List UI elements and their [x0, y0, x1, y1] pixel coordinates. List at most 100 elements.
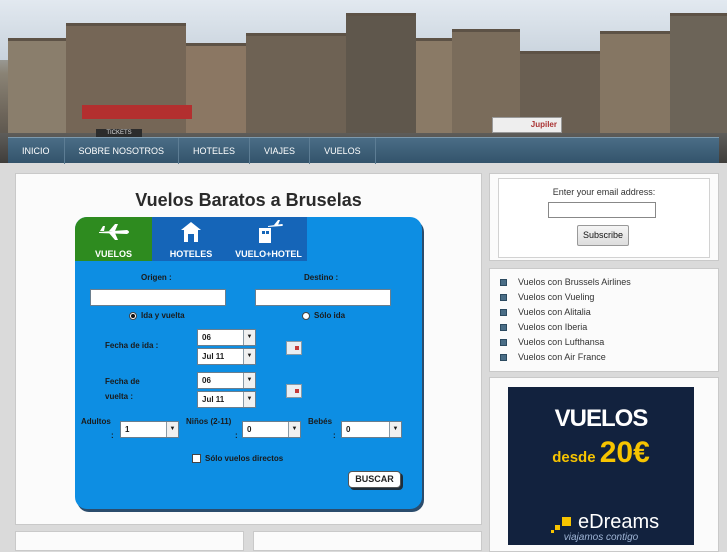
adults-colon: :: [111, 431, 114, 440]
awning: [82, 105, 192, 119]
direct-only-label: Sólo vuelos directos: [205, 454, 284, 463]
link-iberia[interactable]: Vuelos con Iberia: [500, 321, 587, 334]
building: [600, 31, 670, 133]
children-colon: :: [235, 431, 238, 440]
flight-hotel-icon: [259, 220, 283, 243]
bullet-icon: [500, 309, 507, 316]
chevron-down-icon: ▼: [243, 373, 255, 388]
one-way-label: Sólo ida: [314, 311, 346, 320]
airplane-icon: [99, 224, 129, 240]
link-alitalia[interactable]: Vuelos con Alitalia: [500, 306, 591, 319]
email-input[interactable]: [548, 202, 656, 218]
subscribe-label: Enter your email address:: [552, 187, 656, 197]
page-title: Vuelos Baratos a Bruselas: [135, 190, 362, 210]
ad-tagline: viajamos contigo: [563, 532, 639, 543]
depart-date-label: Fecha de ida :: [105, 341, 159, 350]
building: [186, 43, 246, 133]
destination-label: Destino :: [304, 273, 339, 282]
bullet-icon: [500, 294, 507, 301]
children-select[interactable]: 0 ▼: [242, 421, 301, 438]
chevron-down-icon: ▼: [166, 422, 178, 437]
depart-day-value: 06: [202, 333, 211, 342]
tab-hoteles[interactable]: HOTELES: [152, 217, 230, 261]
link-vueling[interactable]: Vuelos con Vueling: [500, 291, 594, 304]
building: [346, 13, 416, 133]
return-month-select[interactable]: Jul 11 ▼: [197, 391, 256, 408]
airline-links: Vuelos con Brussels Airlines Vuelos con …: [489, 268, 719, 372]
adults-select[interactable]: 1 ▼: [120, 421, 179, 438]
bottom-box-left: [15, 531, 244, 551]
building: [670, 13, 727, 133]
babies-label: Bebés: [308, 417, 333, 426]
building: [8, 38, 68, 133]
ad-box: VUELOS desde 20€ eDreams viajamos contig…: [489, 377, 719, 552]
tab-vuelo-hotel-label: VUELO+HOTEL: [235, 249, 302, 259]
nav-vuelos[interactable]: VUELOS: [310, 137, 376, 164]
chevron-down-icon: ▼: [243, 330, 255, 345]
return-date-label-2: vuelta :: [105, 392, 134, 401]
bullet-icon: [500, 339, 507, 346]
children-label: Niños (2-11): [186, 417, 232, 426]
ad-desde: desde: [552, 449, 596, 466]
calendar-icon[interactable]: [286, 384, 302, 398]
link-air-france[interactable]: Vuelos con Air France: [500, 351, 606, 364]
hotel-icon: [181, 222, 201, 242]
depart-day-select[interactable]: 06 ▼: [197, 329, 256, 346]
return-day-select[interactable]: 06 ▼: [197, 372, 256, 389]
nav-sobre-nosotros[interactable]: SOBRE NOSOTROS: [65, 137, 180, 164]
depart-month-value: Jul 11: [202, 352, 225, 361]
return-day-value: 06: [202, 376, 211, 385]
calendar-icon[interactable]: [286, 341, 302, 355]
ad-price-line: desde 20€: [508, 436, 694, 470]
return-month-value: Jul 11: [202, 395, 225, 404]
direct-only-checkbox[interactable]: [192, 454, 201, 463]
nav-inicio[interactable]: INICIO: [8, 137, 65, 164]
truck: Jupiler: [492, 117, 562, 133]
round-trip-label: Ida y vuelta: [141, 311, 185, 320]
tab-hoteles-label: HOTELES: [169, 249, 213, 259]
bullet-icon: [500, 279, 507, 286]
tab-vuelos-label: VUELOS: [94, 249, 132, 259]
building: [416, 38, 452, 133]
babies-value: 0: [346, 425, 351, 434]
building: [246, 33, 346, 133]
depart-month-select[interactable]: Jul 11 ▼: [197, 348, 256, 365]
subscribe-form: Enter your email address: Subscribe: [498, 178, 710, 258]
nav-viajes[interactable]: VIAJES: [250, 137, 311, 164]
origin-input[interactable]: [90, 289, 226, 306]
link-brussels-airlines[interactable]: Vuelos con Brussels Airlines: [500, 276, 631, 289]
bottom-box-right: [253, 531, 482, 551]
ad-brand: eDreams: [578, 511, 660, 533]
children-value: 0: [247, 425, 252, 434]
chevron-down-icon: ▼: [243, 392, 255, 407]
bullet-icon: [500, 324, 507, 331]
subscribe-box: Enter your email address: Subscribe: [489, 173, 719, 261]
subscribe-button[interactable]: Subscribe: [577, 225, 629, 246]
babies-colon: :: [333, 431, 336, 440]
tab-vuelos[interactable]: VUELOS: [75, 217, 152, 261]
flight-search-widget: VUELOS HOTELES VUELO+HOTEL Origen : Dest…: [75, 217, 422, 509]
destination-input[interactable]: [255, 289, 391, 306]
chevron-down-icon: ▼: [243, 349, 255, 364]
chevron-down-icon: ▼: [288, 422, 300, 437]
search-button[interactable]: BUSCAR: [348, 471, 401, 488]
link-text: Vuelos con Lufthansa: [518, 337, 605, 347]
origin-label: Origen :: [141, 273, 172, 282]
adults-value: 1: [125, 425, 130, 434]
main-content: Vuelos Baratos a Bruselas VUELOS HOTELES: [15, 173, 482, 525]
return-date-label-1: Fecha de: [105, 377, 140, 386]
chevron-down-icon: ▼: [389, 422, 401, 437]
tab-vuelo-hotel[interactable]: VUELO+HOTEL: [230, 217, 307, 261]
one-way-radio[interactable]: [302, 312, 310, 320]
link-text: Vuelos con Alitalia: [518, 307, 591, 317]
tickets-sign: TICKETS: [96, 129, 142, 137]
edreams-ad[interactable]: VUELOS desde 20€ eDreams viajamos contig…: [508, 387, 694, 545]
adults-label: Adultos: [81, 417, 111, 426]
link-lufthansa[interactable]: Vuelos con Lufthansa: [500, 336, 604, 349]
ad-headline: VUELOS: [554, 405, 649, 432]
babies-select[interactable]: 0 ▼: [341, 421, 402, 438]
nav-hoteles[interactable]: HOTELES: [179, 137, 251, 164]
link-text: Vuelos con Air France: [518, 352, 606, 362]
round-trip-radio[interactable]: [129, 312, 137, 320]
link-text: Vuelos con Vueling: [518, 292, 595, 302]
